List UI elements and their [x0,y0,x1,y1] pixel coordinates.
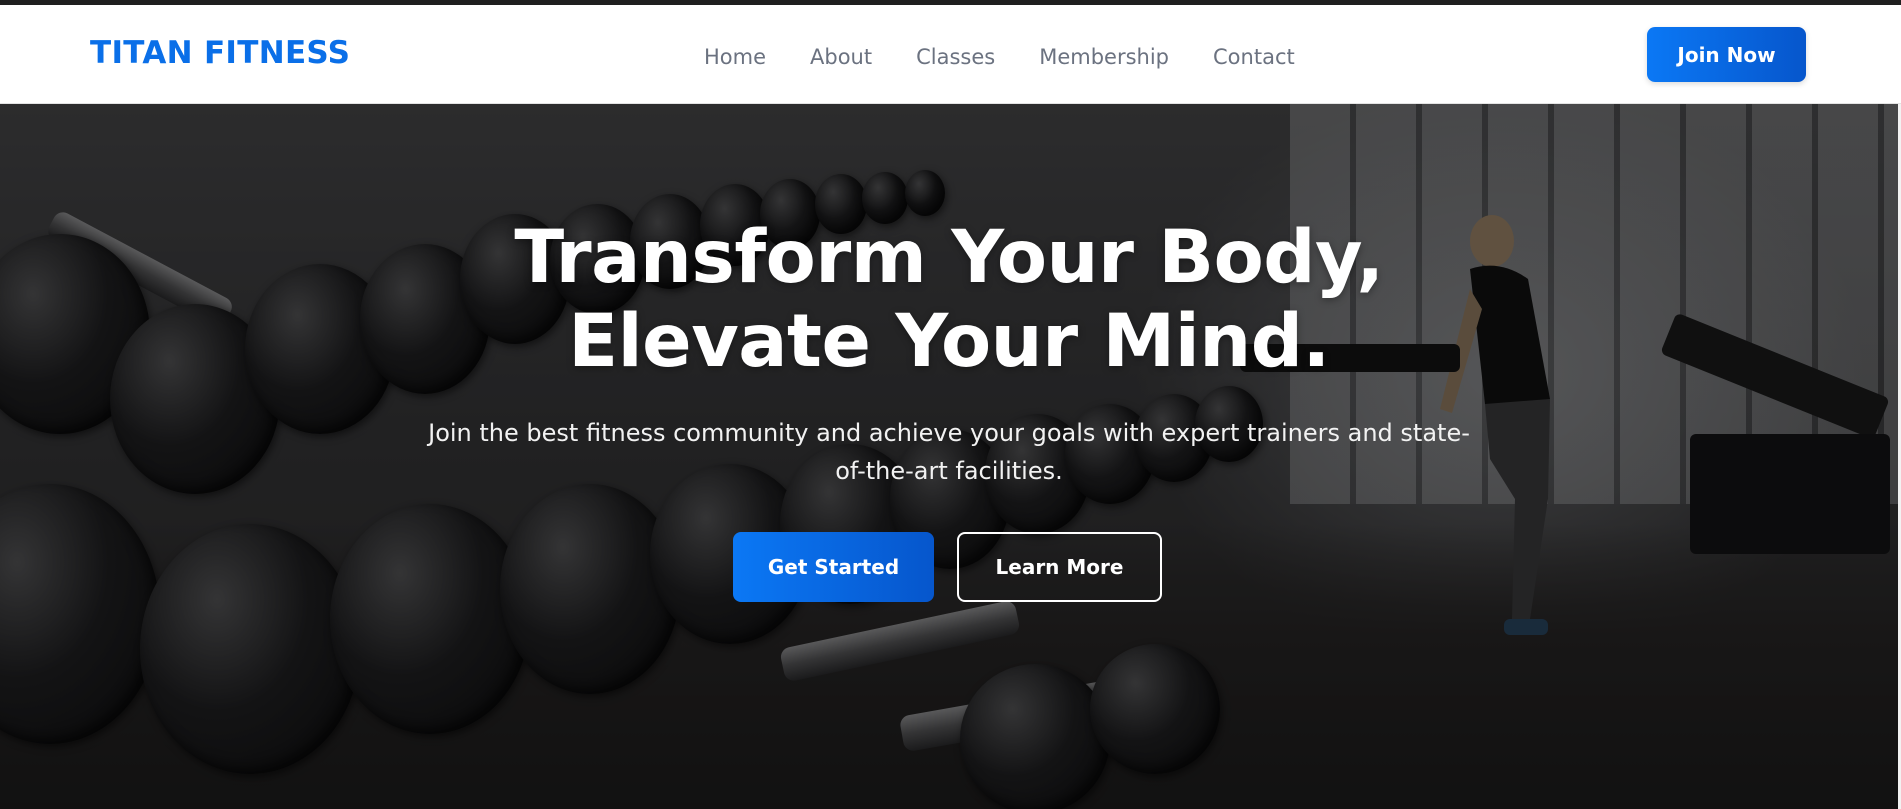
nav-link-membership[interactable]: Membership [1039,45,1169,69]
hero-title: Transform Your Body, Elevate Your Mind. [0,216,1898,384]
navbar: TITAN FITNESS Home About Classes Members… [0,5,1901,104]
learn-more-button[interactable]: Learn More [957,532,1162,602]
nav-link-contact[interactable]: Contact [1213,45,1295,69]
nav-menu: Home About Classes Membership Contact [704,45,1295,69]
hero-title-line-1: Transform Your Body, [514,215,1384,300]
hero-section: Transform Your Body, Elevate Your Mind. … [0,104,1898,809]
hero-subtitle: Join the best fitness community and achi… [428,419,1470,485]
join-now-button[interactable]: Join Now [1647,27,1806,82]
get-started-button[interactable]: Get Started [733,532,934,602]
nav-link-about[interactable]: About [810,45,872,69]
brand-logo[interactable]: TITAN FITNESS [90,35,350,71]
nav-link-classes[interactable]: Classes [916,45,995,69]
nav-link-home[interactable]: Home [704,45,766,69]
hero-title-line-2: Elevate Your Mind. [568,299,1330,384]
